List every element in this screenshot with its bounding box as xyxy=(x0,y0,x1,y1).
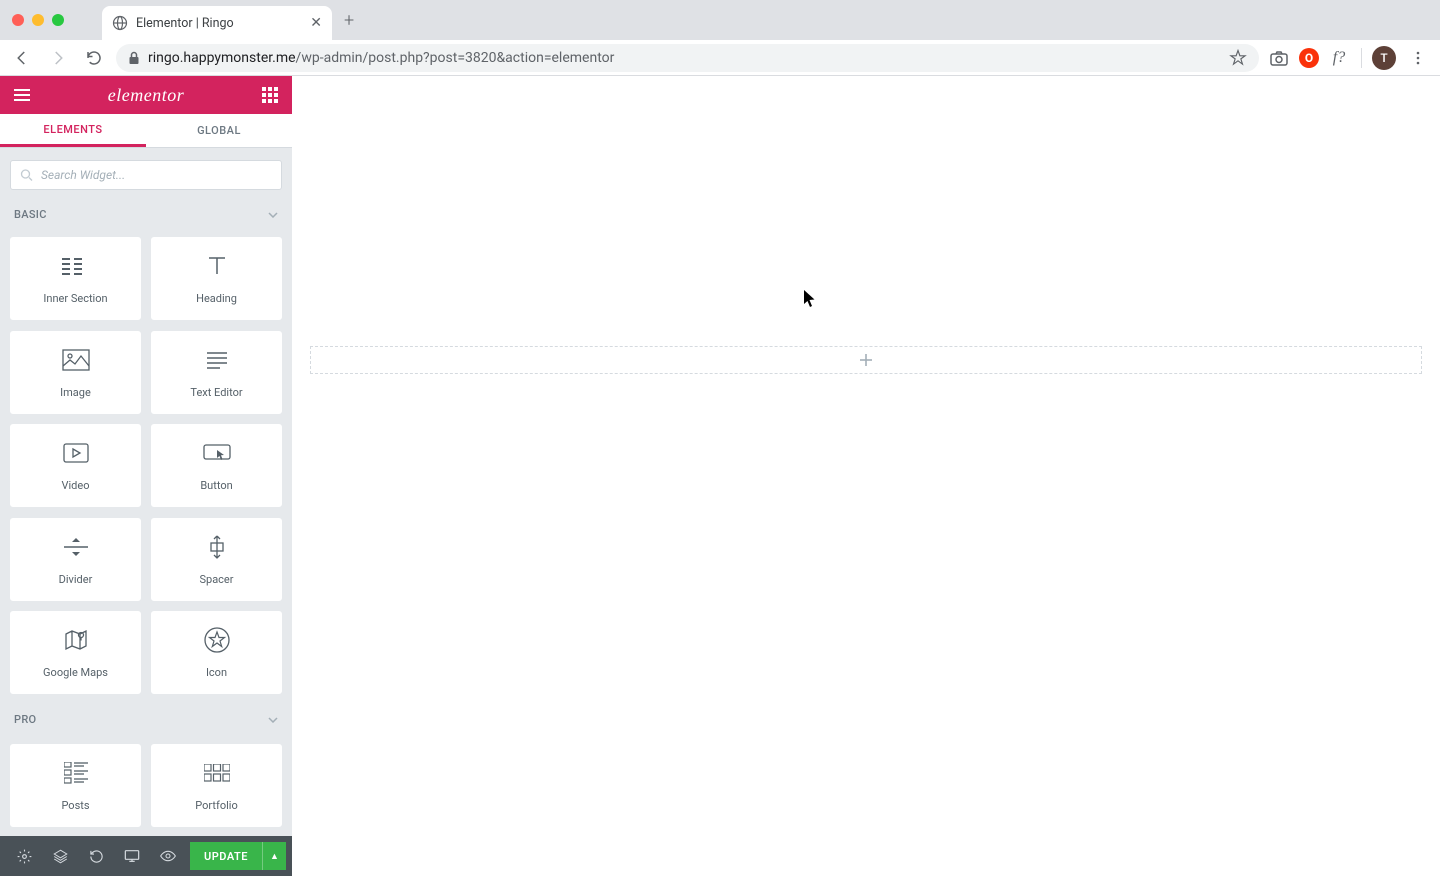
widget-image[interactable]: Image xyxy=(10,331,141,414)
app: elementor ELEMENTS GLOBAL BASIC Inner Se… xyxy=(0,76,1440,876)
widget-inner-section[interactable]: Inner Section xyxy=(10,237,141,320)
window-controls xyxy=(8,14,72,26)
chevron-down-icon xyxy=(268,717,278,723)
divider-icon xyxy=(64,533,88,561)
widget-label: Portfolio xyxy=(195,799,237,812)
widget-label: Google Maps xyxy=(43,666,108,679)
window-close-button[interactable] xyxy=(12,14,24,26)
camera-icon[interactable] xyxy=(1267,46,1291,70)
sidebar-tabs: ELEMENTS GLOBAL xyxy=(0,114,292,148)
navigator-button[interactable] xyxy=(42,836,78,876)
update-dropdown-button[interactable]: ▲ xyxy=(262,842,286,870)
widget-text-editor[interactable]: Text Editor xyxy=(151,331,282,414)
profile-avatar[interactable]: T xyxy=(1372,46,1396,70)
category-basic[interactable]: BASIC xyxy=(0,200,292,229)
search-icon xyxy=(20,169,33,182)
window-minimize-button[interactable] xyxy=(32,14,44,26)
canvas[interactable] xyxy=(292,76,1440,876)
browser-tab[interactable]: Elementor | Ringo ✕ xyxy=(102,6,332,40)
widget-divider[interactable]: Divider xyxy=(10,518,141,601)
google-maps-icon xyxy=(64,626,88,654)
history-button[interactable] xyxy=(78,836,114,876)
address-row: ringo.happymonster.me/wp-admin/post.php?… xyxy=(0,40,1440,76)
widget-google-maps[interactable]: Google Maps xyxy=(10,611,141,694)
window-maximize-button[interactable] xyxy=(52,14,64,26)
widget-label: Image xyxy=(60,386,91,399)
tab-global[interactable]: GLOBAL xyxy=(146,114,292,147)
search-input[interactable] xyxy=(10,160,282,190)
widget-label: Spacer xyxy=(199,573,233,586)
new-tab-button[interactable]: + xyxy=(344,10,354,31)
video-icon xyxy=(63,439,89,467)
settings-button[interactable] xyxy=(6,836,42,876)
posts-icon xyxy=(64,759,88,787)
tab-close-icon[interactable]: ✕ xyxy=(310,15,322,31)
portfolio-icon xyxy=(204,759,230,787)
brand-logo: elementor xyxy=(108,85,184,106)
widget-portfolio[interactable]: Portfolio xyxy=(151,744,282,827)
widget-posts[interactable]: Posts xyxy=(10,744,141,827)
category-label: BASIC xyxy=(14,208,47,221)
icon-icon xyxy=(204,626,230,654)
forward-button[interactable] xyxy=(44,44,72,72)
widget-label: Icon xyxy=(206,666,227,679)
image-icon xyxy=(62,346,90,374)
widget-label: Posts xyxy=(61,799,89,812)
widget-button[interactable]: Button xyxy=(151,424,282,507)
menu-icon[interactable] xyxy=(1404,44,1432,72)
lock-icon xyxy=(128,51,140,65)
widget-label: Video xyxy=(62,479,90,492)
sidebar: elementor ELEMENTS GLOBAL BASIC Inner Se… xyxy=(0,76,292,876)
widget-label: Text Editor xyxy=(190,386,242,399)
category-pro[interactable]: PRO xyxy=(10,705,282,735)
widget-video[interactable]: Video xyxy=(10,424,141,507)
add-section-button[interactable] xyxy=(310,346,1422,374)
category-label: PRO xyxy=(14,713,36,726)
widget-label: Heading xyxy=(196,292,237,305)
extension-icon[interactable]: f? xyxy=(1327,46,1351,70)
reload-button[interactable] xyxy=(80,44,108,72)
widget-spacer[interactable]: Spacer xyxy=(151,518,282,601)
sidebar-header: elementor xyxy=(0,76,292,114)
address-bar[interactable]: ringo.happymonster.me/wp-admin/post.php?… xyxy=(116,44,1259,72)
tab-title: Elementor | Ringo xyxy=(136,16,302,31)
update-group: UPDATE ▲ xyxy=(190,842,286,870)
preview-button[interactable] xyxy=(150,836,186,876)
update-button[interactable]: UPDATE xyxy=(190,842,262,870)
widget-heading[interactable]: Heading xyxy=(151,237,282,320)
bottom-bar: UPDATE ▲ xyxy=(0,836,292,876)
globe-icon xyxy=(112,15,128,31)
plus-icon xyxy=(859,353,873,367)
back-button[interactable] xyxy=(8,44,36,72)
widget-label: Inner Section xyxy=(43,292,107,305)
tab-elements[interactable]: ELEMENTS xyxy=(0,114,146,147)
grid-icon[interactable] xyxy=(262,87,278,103)
inner-section-icon xyxy=(62,252,90,280)
cursor-icon xyxy=(804,290,816,308)
tab-row: Elementor | Ringo ✕ + xyxy=(0,0,1440,40)
hamburger-icon[interactable] xyxy=(14,89,30,101)
url-text: ringo.happymonster.me/wp-admin/post.php?… xyxy=(148,50,1221,66)
separator xyxy=(1361,48,1362,68)
heading-icon xyxy=(205,252,229,280)
widget-label: Divider xyxy=(59,573,93,586)
spacer-icon xyxy=(207,533,227,561)
button-icon xyxy=(203,439,231,467)
chevron-down-icon xyxy=(268,212,278,218)
responsive-button[interactable] xyxy=(114,836,150,876)
opera-extension-icon[interactable]: O xyxy=(1299,48,1319,68)
widgets-grid: Inner Section Heading Image Text Editor Vide… xyxy=(0,229,292,836)
widget-label: Button xyxy=(200,479,232,492)
search-container xyxy=(0,148,292,200)
text-editor-icon xyxy=(205,346,229,374)
star-icon[interactable] xyxy=(1229,49,1247,67)
browser-chrome: Elementor | Ringo ✕ + ringo.happymonster… xyxy=(0,0,1440,76)
widget-icon[interactable]: Icon xyxy=(151,611,282,694)
